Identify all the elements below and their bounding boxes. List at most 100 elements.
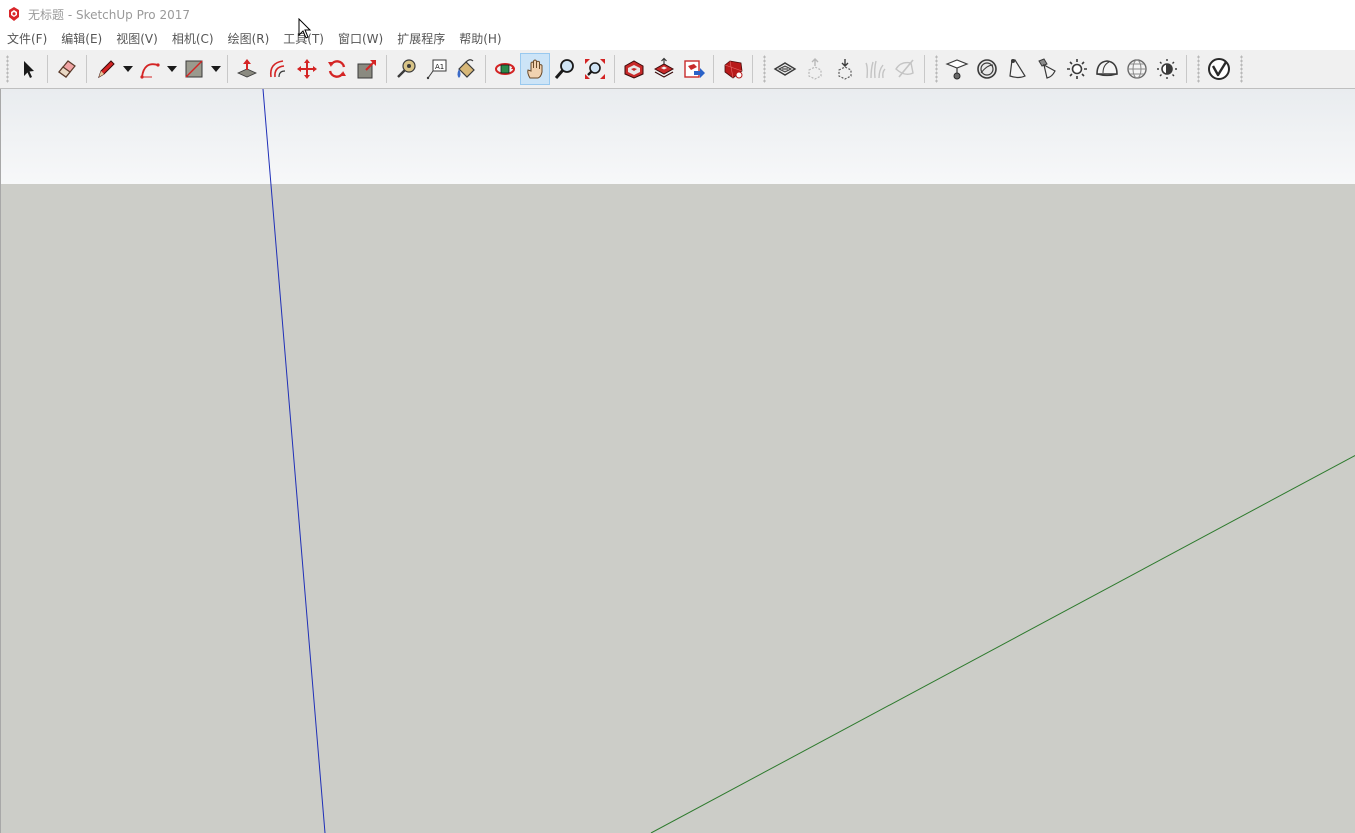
chevron-down-icon: [211, 66, 221, 72]
line-tool-dropdown[interactable]: [121, 53, 135, 85]
vray-dome-light-button[interactable]: [1092, 53, 1122, 85]
ruby-extension-button[interactable]: [718, 53, 748, 85]
zoom-icon: [554, 59, 574, 79]
menu-window[interactable]: 窗口(W): [331, 28, 390, 50]
section-cut-button[interactable]: [890, 53, 920, 85]
ruby-extension-icon: [724, 60, 743, 79]
vray-camera-icon: [945, 59, 969, 80]
arc-icon: [140, 63, 160, 79]
vray-omni-light-icon: [1067, 59, 1087, 79]
sandbox-grass-button[interactable]: [860, 53, 890, 85]
vray-mesh-light-icon: [1157, 59, 1177, 79]
rectangle-shape-icon: [185, 60, 203, 78]
green-axis: [650, 454, 1355, 833]
chevron-down-icon: [123, 66, 133, 72]
section-plane-button[interactable]: [770, 53, 800, 85]
sketchup-window: 无标题 - SketchUp Pro 2017 文件(F) 编辑(E) 视图(V…: [0, 0, 1355, 833]
preview-terrain-button[interactable]: [830, 53, 860, 85]
window-title: 无标题 - SketchUp Pro 2017: [28, 7, 190, 22]
offset-tool-button[interactable]: [262, 53, 292, 85]
text-tool-button[interactable]: A1: [421, 53, 451, 85]
vray-mesh-light-button[interactable]: [1152, 53, 1182, 85]
paint-bucket-icon: [457, 59, 475, 78]
tape-measure-tool-button[interactable]: [391, 53, 421, 85]
toolbar-separator: [47, 55, 48, 83]
offset-icon: [269, 60, 286, 78]
vray-ies-light-icon: [1038, 58, 1056, 79]
toolbar-grip[interactable]: [935, 55, 938, 83]
extension-warehouse-icon: [684, 60, 705, 78]
move-tool-button[interactable]: [292, 53, 322, 85]
select-arrow-icon: [24, 61, 34, 78]
mouse-pointer-icon: [298, 18, 312, 39]
zoom-extents-tool-button[interactable]: [580, 53, 610, 85]
menu-camera[interactable]: 相机(C): [165, 28, 221, 50]
toolbar-separator: [485, 55, 486, 83]
extension-warehouse-button[interactable]: [679, 53, 709, 85]
vray-ies-light-button[interactable]: [1032, 53, 1062, 85]
select-tool-button[interactable]: [13, 53, 43, 85]
toolbar-grip[interactable]: [763, 55, 766, 83]
add-location-button[interactable]: [800, 53, 830, 85]
vray-camera-button[interactable]: [942, 53, 972, 85]
title-bar: 无标题 - SketchUp Pro 2017: [0, 0, 1355, 28]
toolbar-separator: [227, 55, 228, 83]
pan-hand-icon: [527, 59, 543, 79]
zoom-tool-button[interactable]: [550, 53, 580, 85]
toolbar-grip[interactable]: [1197, 55, 1200, 83]
sketchup-logo-icon: [9, 7, 19, 21]
pan-tool-button[interactable]: [520, 53, 550, 85]
menu-extensions[interactable]: 扩展程序: [390, 28, 452, 50]
toolbar-separator: [86, 55, 87, 83]
paint-bucket-tool-button[interactable]: [451, 53, 481, 85]
toolbar-separator: [1186, 55, 1187, 83]
vray-logo-button[interactable]: [1204, 53, 1234, 85]
menu-bar: 文件(F) 编辑(E) 视图(V) 相机(C) 绘图(R) 工具(T) 窗口(W…: [0, 28, 1355, 50]
toolbar-grip[interactable]: [1240, 55, 1243, 83]
share-model-icon: [653, 57, 675, 78]
toolbar-separator: [752, 55, 753, 83]
chevron-down-icon: [167, 66, 177, 72]
toolbar-separator: [386, 55, 387, 83]
arc-tool-dropdown[interactable]: [165, 53, 179, 85]
push-pull-icon: [237, 59, 257, 78]
vray-spot-light-button[interactable]: [1002, 53, 1032, 85]
sandbox-grass-icon: [865, 60, 886, 79]
vray-sphere-mesh-button[interactable]: [1122, 53, 1152, 85]
move-icon: [297, 59, 317, 79]
vray-sphere-light-button[interactable]: [972, 53, 1002, 85]
menu-file[interactable]: 文件(F): [0, 28, 54, 50]
menu-view[interactable]: 视图(V): [109, 28, 165, 50]
blue-axis: [262, 89, 326, 833]
toolbar-separator: [924, 55, 925, 83]
push-pull-tool-button[interactable]: [232, 53, 262, 85]
rectangle-tool-button[interactable]: [179, 53, 209, 85]
svg-text:A1: A1: [435, 63, 444, 71]
drawing-viewport[interactable]: [0, 89, 1355, 833]
eraser-tool-button[interactable]: [52, 53, 82, 85]
orbit-icon: [495, 63, 515, 75]
rotate-tool-button[interactable]: [322, 53, 352, 85]
share-model-button[interactable]: [649, 53, 679, 85]
menu-help[interactable]: 帮助(H): [452, 28, 508, 50]
scale-tool-button[interactable]: [352, 53, 382, 85]
arc-tool-button[interactable]: [135, 53, 165, 85]
vray-dome-light-icon: [1096, 60, 1118, 77]
add-location-icon: [808, 58, 822, 80]
warehouse-button[interactable]: [619, 53, 649, 85]
3d-warehouse-icon: [624, 60, 644, 79]
menu-draw[interactable]: 绘图(R): [221, 28, 277, 50]
toolbar-separator: [614, 55, 615, 83]
vray-sphere-light-icon: [977, 59, 997, 79]
vray-logo-icon: [1208, 58, 1230, 80]
vray-omni-light-button[interactable]: [1062, 53, 1092, 85]
scale-icon: [357, 60, 376, 79]
toolbar-grip[interactable]: [6, 55, 9, 83]
rotate-icon: [328, 60, 346, 78]
menu-edit[interactable]: 编辑(E): [54, 28, 109, 50]
rectangle-tool-dropdown[interactable]: [209, 53, 223, 85]
orbit-tool-button[interactable]: [490, 53, 520, 85]
section-plane-icon: [773, 62, 797, 76]
viewport-axes: [262, 89, 1355, 833]
line-tool-button[interactable]: [91, 53, 121, 85]
